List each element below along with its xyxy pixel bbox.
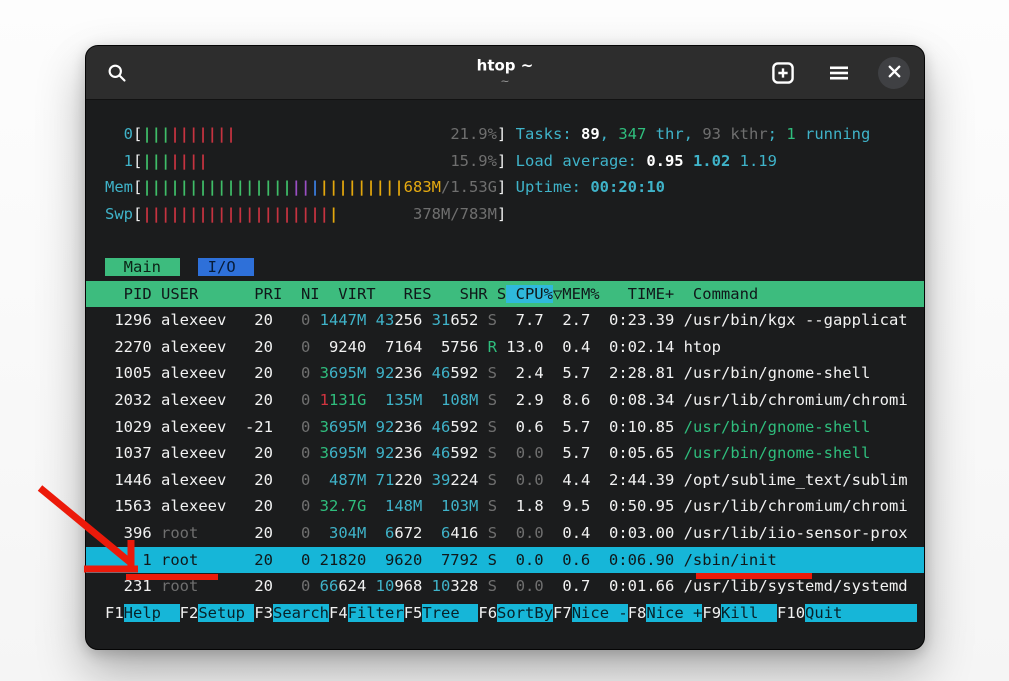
process-row-1296[interactable]: 1296 alexeev 20 0 1447M 43256 31652 S 7.… <box>86 307 924 334</box>
window-title: htop ~ <box>477 57 534 74</box>
process-row-1446[interactable]: 1446 alexeev 20 0 487M 71220 39224 S 0.0… <box>86 467 924 494</box>
console-window: htop ~ ~ <box>85 45 925 650</box>
process-row-231[interactable]: 231 root 20 0 66624 10968 10328 S 0.0 0.… <box>86 573 924 600</box>
new-tab-icon <box>771 61 795 85</box>
swp-meter: Swp[||||||||||||||||||||| 378M/783M] <box>86 201 924 228</box>
cpu1-meter: 1[||||||| 15.9%] Load average: 0.95 1.02… <box>86 148 924 175</box>
search-icon <box>107 63 127 83</box>
headerbar: htop ~ ~ <box>86 46 924 100</box>
menu-button[interactable] <box>822 56 856 90</box>
process-row-2032[interactable]: 2032 alexeev 20 0 1131G 135M 108M S 2.9 … <box>86 387 924 414</box>
headerbar-controls <box>766 56 924 90</box>
process-row-1037[interactable]: 1037 alexeev 20 0 3695M 92236 46592 S 0.… <box>86 440 924 467</box>
terminal-lines: 0[|||||||||| 21.9%] Tasks: 89, 347 thr, … <box>86 121 924 626</box>
process-row-2270[interactable]: 2270 alexeev 20 0 9240 7164 5756 R 13.0 … <box>86 334 924 361</box>
window-subtitle: ~ <box>477 76 534 88</box>
tab-bar[interactable]: Main I/O <box>86 254 924 281</box>
process-row-1-selected[interactable]: 1 root 20 0 21820 9620 7792 S 0.0 0.6 0:… <box>86 547 924 574</box>
window-title-stack: htop ~ ~ <box>477 57 534 88</box>
process-row-396[interactable]: 396 root 20 0 304M 6672 6416 S 0.0 0.4 0… <box>86 520 924 547</box>
process-row-1029[interactable]: 1029 alexeev -21 0 3695M 92236 46592 S 0… <box>86 414 924 441</box>
process-row-1563[interactable]: 1563 alexeev 20 0 32.7G 148M 103M S 1.8 … <box>86 493 924 520</box>
close-button[interactable] <box>878 57 910 89</box>
htop-terminal[interactable]: 0[|||||||||| 21.9%] Tasks: 89, 347 thr, … <box>86 100 924 626</box>
cpu0-meter: 0[|||||||||| 21.9%] Tasks: 89, 347 thr, … <box>86 121 924 148</box>
close-icon <box>888 65 901 81</box>
blank-line <box>86 227 924 254</box>
new-tab-button[interactable] <box>766 56 800 90</box>
process-row-1005[interactable]: 1005 alexeev 20 0 3695M 92236 46592 S 2.… <box>86 360 924 387</box>
table-header[interactable]: PID USER PRI NI VIRT RES SHR S CPU%▽MEM%… <box>86 281 924 308</box>
function-key-bar[interactable]: F1Help F2Setup F3SearchF4FilterF5Tree F6… <box>86 600 924 627</box>
hamburger-menu-icon <box>828 64 850 82</box>
mem-meter: Mem[||||||||||||||||||||||||||||683M/1.5… <box>86 174 924 201</box>
search-button[interactable] <box>100 56 134 90</box>
